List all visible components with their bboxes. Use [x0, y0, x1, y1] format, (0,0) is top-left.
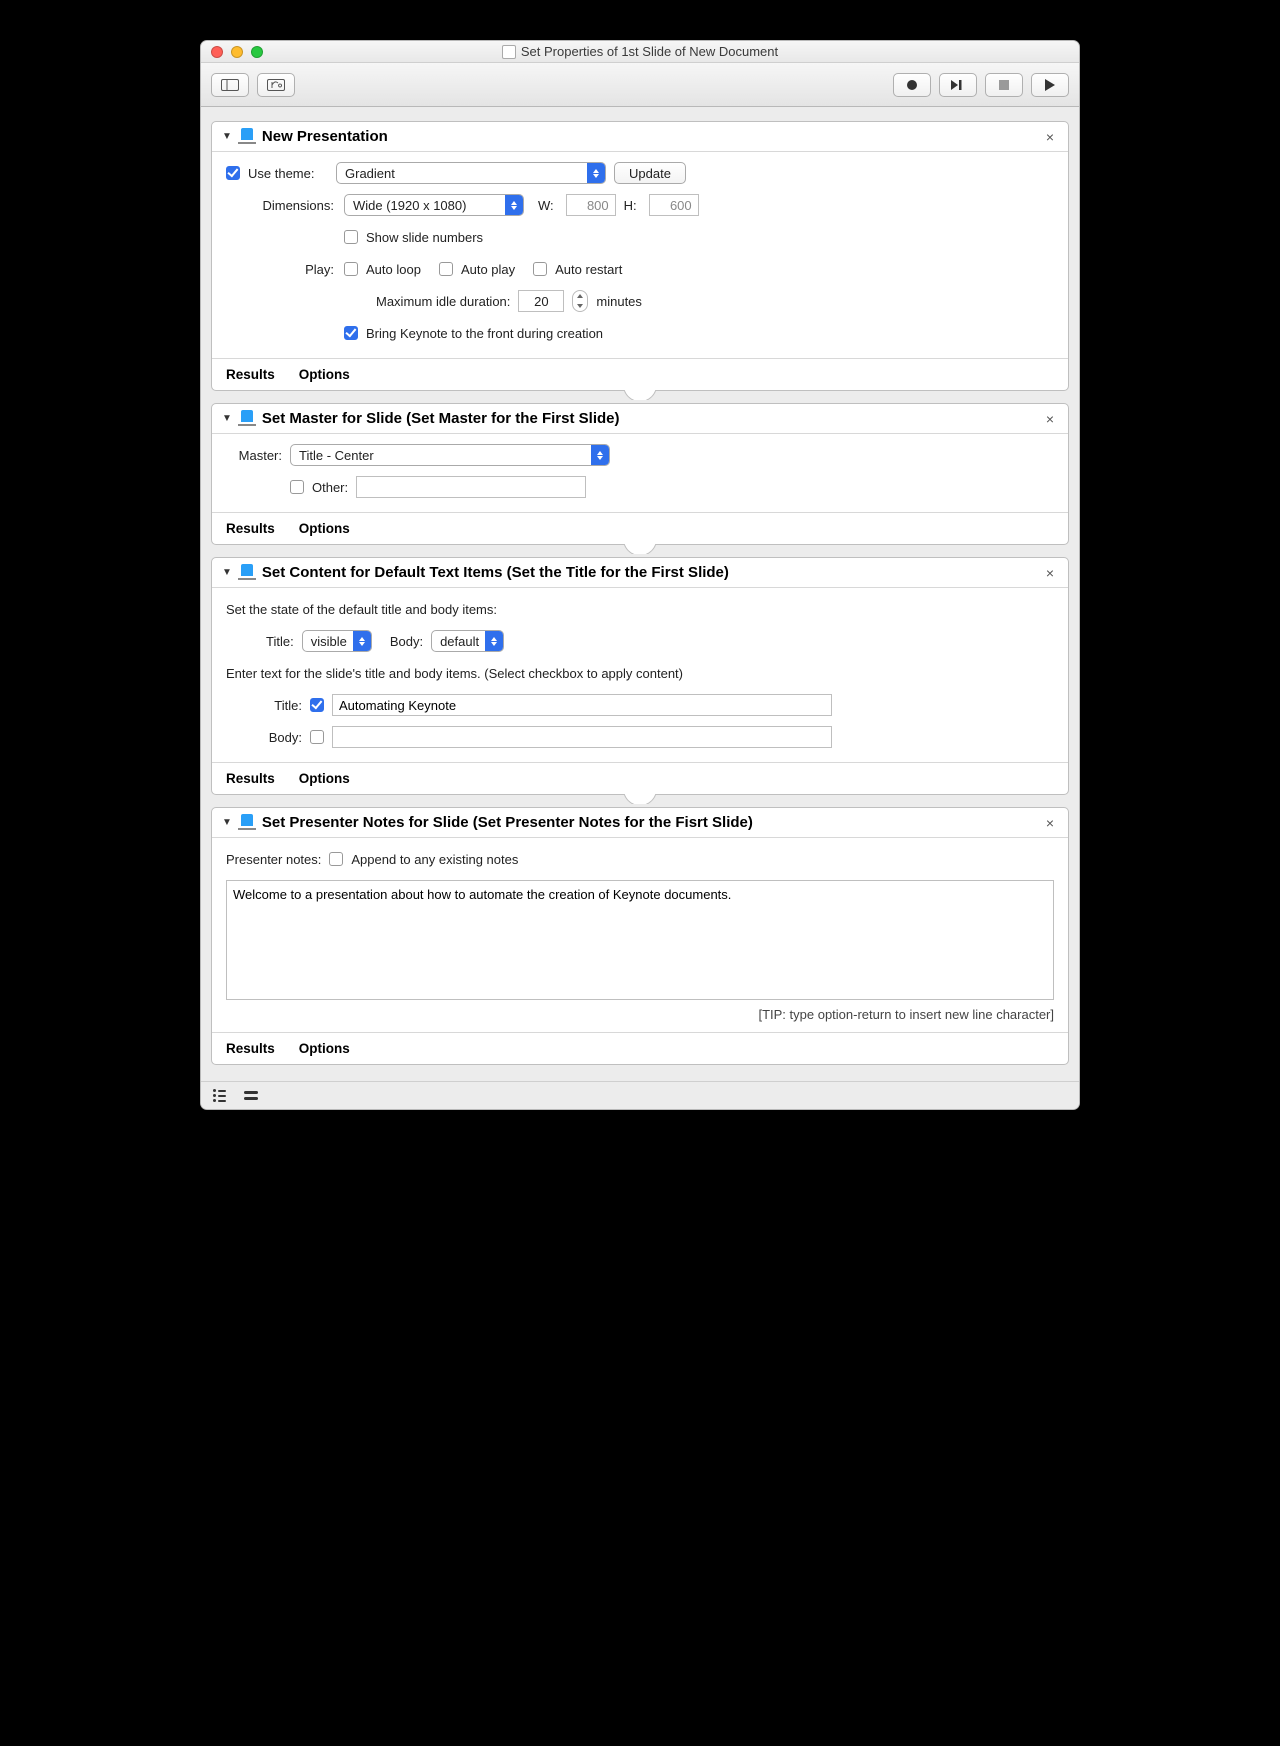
step-title: New Presentation [262, 128, 1036, 145]
auto-restart-checkbox[interactable] [533, 262, 547, 276]
title-state-select[interactable]: visible [302, 630, 372, 652]
enter-intro-text: Enter text for the slide's title and bod… [226, 666, 683, 681]
body-text-input[interactable] [332, 726, 832, 748]
window-title: Set Properties of 1st Slide of New Docum… [201, 44, 1079, 59]
disclosure-triangle[interactable]: ▼ [222, 413, 232, 424]
results-toggle[interactable]: Results [226, 771, 275, 786]
other-master-input[interactable] [356, 476, 586, 498]
options-toggle[interactable]: Options [299, 367, 350, 382]
results-toggle[interactable]: Results [226, 1041, 275, 1056]
theme-select[interactable]: Gradient [336, 162, 606, 184]
zoom-window-button[interactable] [251, 46, 263, 58]
height-input[interactable] [649, 194, 699, 216]
tip-text: [TIP: type option-return to insert new l… [226, 1007, 1054, 1022]
remove-step-button[interactable]: × [1042, 815, 1058, 831]
body-text-label: Body: [266, 730, 302, 745]
step-title: Set Master for Slide (Set Master for the… [262, 410, 1036, 427]
step-set-content: ▼ Set Content for Default Text Items (Se… [211, 557, 1069, 795]
record-button[interactable] [893, 73, 931, 97]
keynote-icon [238, 566, 256, 580]
dimensions-select[interactable]: Wide (1920 x 1080) [344, 194, 524, 216]
remove-step-button[interactable]: × [1042, 129, 1058, 145]
close-window-button[interactable] [211, 46, 223, 58]
titlebar: Set Properties of 1st Slide of New Docum… [201, 41, 1079, 63]
append-notes-checkbox[interactable] [329, 852, 343, 866]
state-intro-text: Set the state of the default title and b… [226, 602, 497, 617]
show-slide-numbers-label: Show slide numbers [366, 230, 483, 245]
max-idle-unit: minutes [596, 294, 642, 309]
minimize-window-button[interactable] [231, 46, 243, 58]
window-controls [201, 46, 263, 58]
other-label: Other: [312, 480, 348, 495]
presenter-notes-label: Presenter notes: [226, 852, 321, 867]
step-button[interactable] [939, 73, 977, 97]
media-button[interactable] [257, 73, 295, 97]
play-label: Play: [226, 262, 336, 277]
step-set-presenter-notes: ▼ Set Presenter Notes for Slide (Set Pre… [211, 807, 1069, 1065]
use-theme-label: Use theme: [248, 166, 328, 181]
options-toggle[interactable]: Options [299, 1041, 350, 1056]
auto-play-label: Auto play [461, 262, 515, 277]
step-set-master: ▼ Set Master for Slide (Set Master for t… [211, 403, 1069, 545]
keynote-icon [238, 816, 256, 830]
width-input[interactable] [566, 194, 616, 216]
use-theme-checkbox[interactable] [226, 166, 240, 180]
master-label: Master: [226, 448, 282, 463]
disclosure-triangle[interactable]: ▼ [222, 131, 232, 142]
step-title: Set Presenter Notes for Slide (Set Prese… [262, 814, 1036, 831]
body-state-label: Body: [390, 634, 423, 649]
title-text-label: Title: [266, 698, 302, 713]
bring-front-checkbox[interactable] [344, 326, 358, 340]
log-view-button[interactable] [213, 1089, 226, 1102]
stop-button[interactable] [985, 73, 1023, 97]
max-idle-input[interactable] [518, 290, 564, 312]
auto-play-checkbox[interactable] [439, 262, 453, 276]
results-toggle[interactable]: Results [226, 521, 275, 536]
height-label: H: [624, 198, 641, 213]
workflow-view-button[interactable] [244, 1091, 258, 1100]
title-text-input[interactable] [332, 694, 832, 716]
disclosure-triangle[interactable]: ▼ [222, 817, 232, 828]
remove-step-button[interactable]: × [1042, 411, 1058, 427]
options-toggle[interactable]: Options [299, 771, 350, 786]
options-toggle[interactable]: Options [299, 521, 350, 536]
toggle-library-button[interactable] [211, 73, 249, 97]
disclosure-triangle[interactable]: ▼ [222, 567, 232, 578]
run-button[interactable] [1031, 73, 1069, 97]
automator-window: Set Properties of 1st Slide of New Docum… [200, 40, 1080, 1110]
append-notes-label: Append to any existing notes [351, 852, 518, 867]
width-label: W: [538, 198, 558, 213]
body-state-select[interactable]: default [431, 630, 504, 652]
apply-title-checkbox[interactable] [310, 698, 324, 712]
keynote-icon [238, 130, 256, 144]
workflow-area: ▼ New Presentation × Use theme: Gradient… [201, 107, 1079, 1081]
window-title-text: Set Properties of 1st Slide of New Docum… [521, 44, 778, 59]
auto-restart-label: Auto restart [555, 262, 622, 277]
results-toggle[interactable]: Results [226, 367, 275, 382]
toolbar [201, 63, 1079, 107]
title-state-label: Title: [266, 634, 294, 649]
max-idle-label: Maximum idle duration: [376, 294, 510, 309]
presenter-notes-textarea[interactable] [226, 880, 1054, 1000]
keynote-icon [238, 412, 256, 426]
update-button[interactable]: Update [614, 162, 686, 184]
step-new-presentation: ▼ New Presentation × Use theme: Gradient… [211, 121, 1069, 391]
dimensions-label: Dimensions: [226, 198, 336, 213]
master-select[interactable]: Title - Center [290, 444, 610, 466]
auto-loop-label: Auto loop [366, 262, 421, 277]
bring-front-label: Bring Keynote to the front during creati… [366, 326, 603, 341]
max-idle-stepper[interactable] [572, 290, 588, 312]
show-slide-numbers-checkbox[interactable] [344, 230, 358, 244]
apply-body-checkbox[interactable] [310, 730, 324, 744]
document-icon [502, 45, 516, 59]
remove-step-button[interactable]: × [1042, 565, 1058, 581]
other-master-checkbox[interactable] [290, 480, 304, 494]
auto-loop-checkbox[interactable] [344, 262, 358, 276]
step-title: Set Content for Default Text Items (Set … [262, 564, 1036, 581]
bottom-bar [201, 1081, 1079, 1109]
